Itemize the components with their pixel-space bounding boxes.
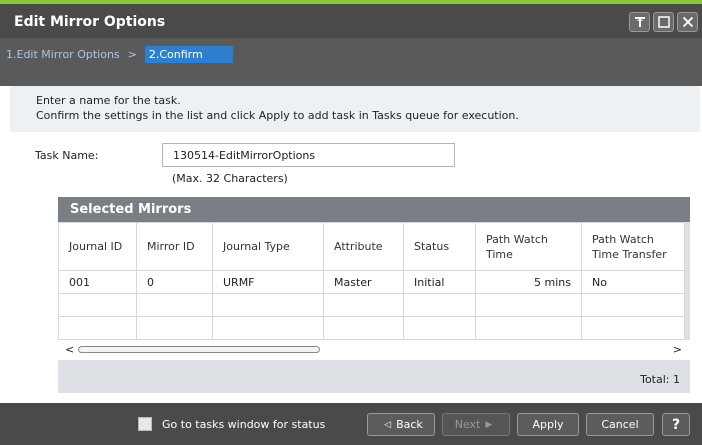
- table-row-empty: [58, 316, 685, 340]
- horizontal-scrollbar[interactable]: < >: [58, 340, 690, 360]
- table-header-row: Journal ID Mirror ID Journal Type Attrib…: [58, 222, 685, 271]
- title-bar: Edit Mirror Options: [0, 0, 702, 38]
- total-count: Total: 1: [640, 373, 680, 386]
- wizard-step-edit[interactable]: 1.Edit Mirror Options: [6, 48, 120, 61]
- cancel-button[interactable]: Cancel: [586, 413, 654, 436]
- column-header-journal-id[interactable]: Journal ID: [58, 222, 137, 271]
- breadcrumb-separator: >: [127, 48, 137, 61]
- scroll-right-icon[interactable]: >: [673, 343, 682, 356]
- close-icon[interactable]: [677, 12, 698, 32]
- go-to-tasks-label[interactable]: Go to tasks window for status: [162, 418, 325, 431]
- cell-path-watch-time: 5 mins: [475, 270, 582, 294]
- column-header-status[interactable]: Status: [403, 222, 476, 271]
- window-controls: [629, 12, 698, 32]
- column-header-journal-type[interactable]: Journal Type: [212, 222, 324, 271]
- next-button-label: Next: [454, 418, 481, 431]
- table-row[interactable]: 001 0 URMF Master Initial 5 mins No: [58, 270, 685, 294]
- back-button[interactable]: ◁ Back: [367, 413, 435, 436]
- cell-status: Initial: [403, 270, 476, 294]
- table-row-empty: [58, 293, 685, 317]
- cell-journal-id: 001: [58, 270, 137, 294]
- chevron-left-icon: ◁: [384, 419, 392, 430]
- back-button-label: Back: [396, 418, 423, 431]
- instruction-line-2: Confirm the settings in the list and cli…: [36, 109, 519, 122]
- task-name-hint: (Max. 32 Characters): [172, 172, 288, 185]
- scrollbar-thumb[interactable]: [78, 346, 320, 353]
- wizard-step-confirm: 2.Confirm: [144, 46, 233, 63]
- apply-button[interactable]: Apply: [517, 413, 579, 436]
- pin-icon[interactable]: [629, 12, 650, 32]
- footer-bar: Go to tasks window for status ◁ Back Nex…: [0, 403, 702, 445]
- scroll-left-icon[interactable]: <: [65, 343, 74, 356]
- maximize-icon[interactable]: [653, 12, 674, 32]
- task-name-input[interactable]: [162, 143, 455, 167]
- cell-path-watch-time-transfer: No: [581, 270, 685, 294]
- column-header-path-watch-time-transfer[interactable]: Path Watch Time Transfer: [581, 222, 685, 271]
- go-to-tasks-checkbox[interactable]: [138, 417, 152, 431]
- column-header-mirror-id[interactable]: Mirror ID: [136, 222, 213, 271]
- column-header-path-watch-time[interactable]: Path Watch Time: [475, 222, 582, 271]
- help-button[interactable]: ?: [662, 413, 690, 436]
- column-header-attribute[interactable]: Attribute: [323, 222, 404, 271]
- chevron-right-icon: ▶: [485, 419, 493, 430]
- task-name-label: Task Name:: [35, 149, 99, 162]
- instruction-line-1: Enter a name for the task.: [36, 94, 181, 107]
- wizard-bar: 1.Edit Mirror Options > 2.Confirm: [0, 38, 702, 86]
- selected-mirrors-panel: Selected Mirrors Journal ID Mirror ID Jo…: [58, 197, 690, 393]
- cell-journal-type: URMF: [212, 270, 324, 294]
- instructions: Enter a name for the task. Confirm the s…: [10, 86, 700, 132]
- cell-mirror-id: 0: [136, 270, 213, 294]
- next-button[interactable]: Next ▶: [442, 413, 510, 436]
- cell-attribute: Master: [323, 270, 404, 294]
- breadcrumb: 1.Edit Mirror Options > 2.Confirm: [6, 46, 233, 63]
- window-title: Edit Mirror Options: [14, 14, 166, 30]
- mirrors-table: Journal ID Mirror ID Journal Type Attrib…: [58, 222, 685, 340]
- panel-title: Selected Mirrors: [58, 197, 690, 222]
